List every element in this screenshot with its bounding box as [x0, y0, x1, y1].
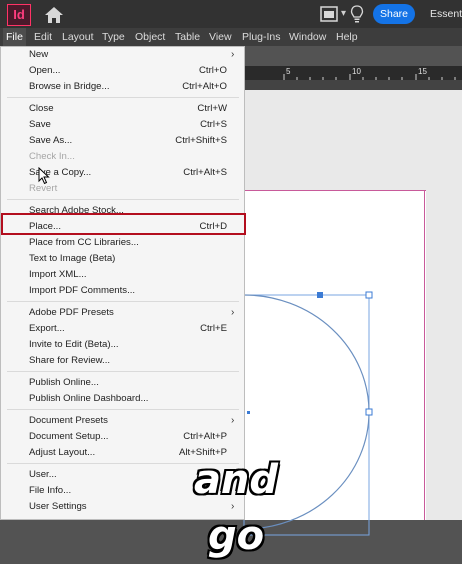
shortcut-document-setup: Ctrl+Alt+P [183, 431, 227, 442]
arrange-documents-icon[interactable] [320, 6, 338, 22]
shortcut-save-as: Ctrl+Shift+S [175, 135, 227, 146]
menu-bar: File Edit Layout Type Object Table View … [0, 28, 462, 46]
menu-item-place-from-cc-libraries[interactable]: Place from CC Libraries... [29, 235, 139, 250]
menu-item-document-presets[interactable]: Document Presets [29, 413, 108, 428]
mouse-cursor-icon [38, 167, 50, 185]
shortcut-open: Ctrl+O [199, 65, 227, 76]
menu-separator [7, 199, 239, 200]
lightbulb-icon[interactable] [350, 5, 364, 23]
menu-item-adjust-layout[interactable]: Adjust Layout... [29, 445, 95, 460]
menu-table[interactable]: Table [172, 28, 203, 46]
menu-item-browse-in-bridge[interactable]: Browse in Bridge... [29, 79, 110, 94]
menu-item-text-to-image[interactable]: Text to Image (Beta) [29, 251, 115, 266]
share-button[interactable]: Share [373, 4, 415, 24]
menu-view[interactable]: View [206, 28, 235, 46]
submenu-arrow-icon: › [231, 415, 235, 426]
chevron-down-icon[interactable]: ▾ [341, 8, 346, 19]
shortcut-save-a-copy: Ctrl+Alt+S [183, 167, 227, 178]
menu-item-save-as[interactable]: Save As... [29, 133, 72, 148]
menu-item-user[interactable]: User... [29, 467, 57, 482]
menu-help[interactable]: Help [333, 28, 361, 46]
shortcut-close: Ctrl+W [197, 103, 227, 114]
menu-item-save[interactable]: Save [29, 117, 51, 132]
menu-file[interactable]: File [3, 28, 26, 46]
menu-item-adobe-pdf-presets[interactable]: Adobe PDF Presets [29, 305, 114, 320]
submenu-arrow-icon: › [231, 49, 235, 60]
margin-guide-top [244, 190, 426, 191]
horizontal-ruler[interactable]: 5 10 15 [240, 66, 462, 81]
video-caption: and go [193, 456, 279, 560]
home-icon[interactable] [44, 6, 64, 24]
menu-item-invite-to-edit[interactable]: Invite to Edit (Beta)... [29, 337, 119, 352]
menu-separator [7, 301, 239, 302]
title-bar: Id ▾ Share Essenti [0, 0, 462, 28]
workspace-switcher[interactable]: Essenti [430, 8, 462, 20]
menu-window[interactable]: Window [286, 28, 329, 46]
menu-separator [7, 97, 239, 98]
document-tab-strip [240, 80, 462, 90]
menu-item-open[interactable]: Open... [29, 63, 60, 78]
menu-object[interactable]: Object [132, 28, 168, 46]
menu-layout[interactable]: Layout [59, 28, 97, 46]
indesign-logo: Id [7, 4, 31, 26]
menu-item-publish-online[interactable]: Publish Online... [29, 375, 99, 390]
submenu-arrow-icon: › [231, 307, 235, 318]
menu-item-export[interactable]: Export... [29, 321, 65, 336]
menu-item-close[interactable]: Close [29, 101, 54, 116]
menu-item-document-setup[interactable]: Document Setup... [29, 429, 108, 444]
menu-plug-ins[interactable]: Plug-Ins [239, 28, 284, 46]
shortcut-place: Ctrl+D [199, 221, 227, 232]
menu-separator [7, 371, 239, 372]
menu-item-user-settings[interactable]: User Settings [29, 499, 87, 514]
menu-item-import-pdf-comments[interactable]: Import PDF Comments... [29, 283, 135, 298]
menu-item-place[interactable]: Place... [29, 219, 61, 234]
menu-item-publish-online-dashboard[interactable]: Publish Online Dashboard... [29, 391, 148, 406]
menu-separator [7, 409, 239, 410]
file-menu: New › Open... Ctrl+O Browse in Bridge...… [0, 46, 246, 520]
menu-item-share-for-review[interactable]: Share for Review... [29, 353, 110, 368]
menu-type[interactable]: Type [99, 28, 128, 46]
menu-item-file-info[interactable]: File Info... [29, 483, 71, 498]
menu-item-import-xml[interactable]: Import XML... [29, 267, 87, 282]
shortcut-save: Ctrl+S [200, 119, 227, 130]
shortcut-export: Ctrl+E [200, 323, 227, 334]
menu-item-check-in: Check In... [29, 151, 75, 162]
shortcut-browse-in-bridge: Ctrl+Alt+O [182, 81, 227, 92]
menu-item-new[interactable]: New [29, 47, 48, 62]
menu-edit[interactable]: Edit [31, 28, 55, 46]
